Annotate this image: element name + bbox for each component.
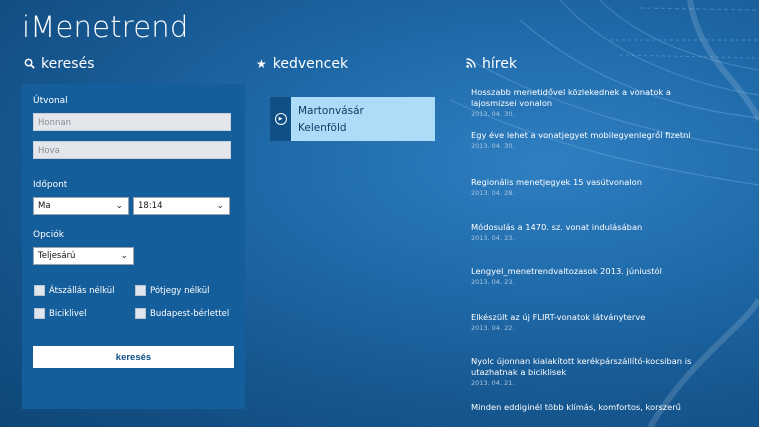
news-item[interactable]: Egy éve lehet a vonatjegyet mobilegyenle… [471,130,701,150]
news-item[interactable]: Módosulás a 1470. sz. vonat indulásában … [471,222,701,242]
checkbox-box[interactable] [34,308,45,319]
news-date: 2013. 04. 30. [471,142,515,150]
news-title: Hosszabb menetidővel közlekednek a vonat… [471,87,671,108]
route-label: Útvonal [33,96,68,106]
news-item[interactable]: Hosszabb menetidővel közlekednek a vonat… [471,87,701,118]
news-date: 2013. 04. 22. [471,324,515,332]
news-date: 2013. 04. 30. [471,110,515,118]
favorite-to: Kelenföld [298,122,347,134]
checkbox-box[interactable] [135,308,146,319]
news-item[interactable]: Minden eddiginél több klímás, komfortos,… [471,402,701,413]
news-section-label: hírek [482,56,517,72]
star-icon: ★ [256,57,267,71]
news-title: Módosulás a 1470. sz. vonat indulásában [471,222,643,232]
fare-select[interactable]: Teljesárú ⌄ [33,247,134,265]
news-date: 2013. 04. 21. [471,379,515,387]
chevron-down-icon: ⌄ [120,251,128,261]
news-title: Nyolc újonnan kialakított kerékpárszállí… [471,356,692,377]
checkbox-no-transfer[interactable]: Átszállás nélkül [34,285,115,296]
chevron-down-icon: ⌄ [115,201,123,211]
fare-select-value: Teljesárú [38,251,76,261]
favorite-strip: ▶ [270,97,291,141]
checkbox-box[interactable] [135,285,146,296]
news-title: Minden eddiginél több klímás, komfortos,… [471,402,681,412]
news-section-header: hírek [466,56,517,72]
news-date: 2013. 04. 28. [471,189,515,197]
checkbox-budapest-pass[interactable]: Budapest-bérlettel [135,308,229,319]
checkbox-box[interactable] [34,285,45,296]
news-date: 2013. 04. 23. [471,278,515,286]
checkbox-label: Budapest-bérlettel [150,308,230,319]
news-item[interactable]: Lengyel_menetrendvaltozasok 2013. június… [471,266,701,286]
time-select-value: 18:14 [138,201,163,211]
play-circle-icon: ▶ [274,113,287,125]
checkbox-label: Biciklivel [49,308,87,319]
news-title: Elkészült az új FLIRT-vonatok látványter… [471,312,646,322]
news-item[interactable]: Regionális menetjegyek 15 vasútvonalon 2… [471,177,701,197]
rss-icon [466,58,476,70]
search-section-header: keresés [24,56,94,72]
chevron-down-icon: ⌄ [216,201,224,211]
checkbox-label: Pótjegy nélkül [150,285,210,296]
search-button[interactable]: keresés [33,346,234,368]
news-item[interactable]: Elkészült az új FLIRT-vonatok látványter… [471,312,701,332]
day-select[interactable]: Ma ⌄ [33,197,129,215]
checkbox-label: Átszállás nélkül [49,285,115,296]
checkbox-with-bike[interactable]: Biciklivel [34,308,87,319]
news-title: Egy éve lehet a vonatjegyet mobilegyenle… [471,130,691,140]
app-title: iMenetrend [22,10,189,44]
news-title: Regionális menetjegyek 15 vasútvonalon [471,177,642,187]
time-label: Időpont [33,180,68,190]
day-select-value: Ma [38,201,51,211]
search-section-label: keresés [41,56,95,72]
favorites-section-header: ★ kedvencek [256,56,348,72]
favorite-from: Martonvásár [298,105,364,117]
favorite-route-card[interactable]: ▶ Martonvásár Kelenföld [270,97,435,141]
search-icon [24,58,35,71]
checkbox-no-supplement[interactable]: Pótjegy nélkül [135,285,209,296]
favorite-route-names: Martonvásár Kelenföld [291,97,364,141]
search-panel: Útvonal Honnan Hova Időpont Ma ⌄ 18:14 ⌄… [22,84,245,409]
to-field[interactable]: Hova [33,141,231,159]
favorites-section-label: kedvencek [272,56,349,72]
from-field[interactable]: Honnan [33,113,231,131]
news-title: Lengyel_menetrendvaltozasok 2013. június… [471,266,662,276]
news-date: 2013. 04. 23. [471,234,515,242]
news-item[interactable]: Nyolc újonnan kialakított kerékpárszállí… [471,356,701,387]
options-label: Opciók [33,230,64,240]
time-select[interactable]: 18:14 ⌄ [133,197,230,215]
